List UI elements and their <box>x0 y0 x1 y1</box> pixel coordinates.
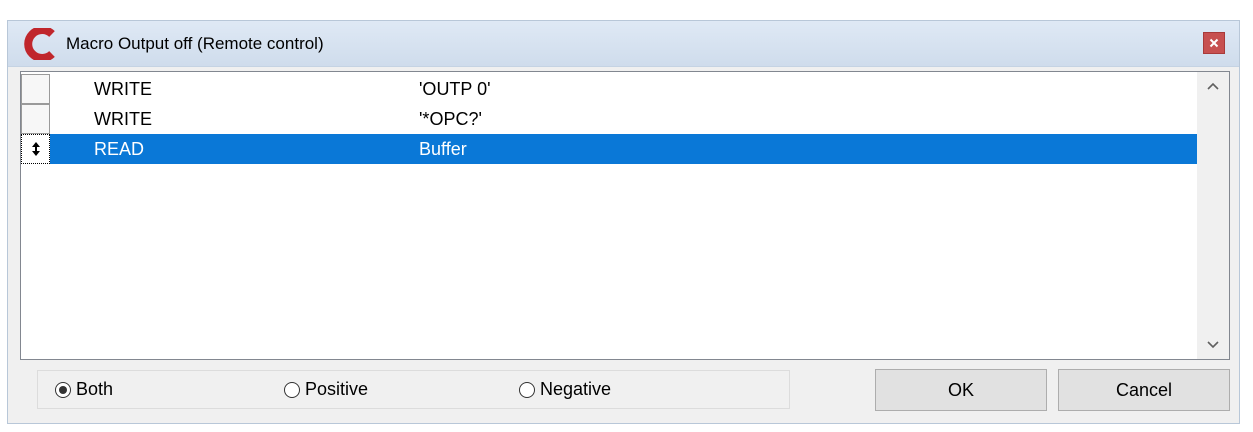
row-value: 'OUTP 0' <box>419 79 491 99</box>
row-drag-handle[interactable] <box>21 134 50 164</box>
row-handle[interactable] <box>21 104 50 134</box>
radio-button-icon <box>284 381 300 398</box>
radio-button-checked-icon <box>55 381 71 398</box>
close-button[interactable] <box>1203 32 1225 54</box>
row-value: Buffer <box>419 139 467 159</box>
radio-label-both: Both <box>76 379 114 399</box>
macro-command-list[interactable]: WRITE 'OUTP 0' WRITE '*OPC?' READ Buffer <box>20 71 1230 360</box>
scroll-up-button[interactable] <box>1197 72 1229 100</box>
list-item[interactable]: WRITE 'OUTP 0' <box>21 74 1197 104</box>
vertical-scrollbar[interactable] <box>1197 72 1229 359</box>
radio-both[interactable]: Both <box>55 371 113 408</box>
chevron-up-icon <box>1207 82 1219 90</box>
list-item[interactable]: WRITE '*OPC?' <box>21 104 1197 134</box>
scroll-down-button[interactable] <box>1197 331 1229 359</box>
row-value: '*OPC?' <box>419 109 482 129</box>
ok-button[interactable]: OK <box>875 369 1047 411</box>
title-bar: Macro Output off (Remote control) <box>8 21 1239 67</box>
row-handle[interactable] <box>21 74 50 104</box>
row-command: WRITE <box>94 109 152 129</box>
chevron-down-icon <box>1207 341 1219 349</box>
cancel-button[interactable]: Cancel <box>1058 369 1230 411</box>
radio-label-negative: Negative <box>540 379 612 399</box>
radio-label-positive: Positive <box>305 379 369 399</box>
radio-button-icon <box>519 381 535 398</box>
row-command: WRITE <box>94 79 152 99</box>
window-title: Macro Output off (Remote control) <box>66 34 324 53</box>
app-logo-icon <box>24 28 55 60</box>
radio-positive[interactable]: Positive <box>284 371 368 408</box>
filter-radio-group: Both Positive Negative <box>37 370 790 409</box>
macro-dialog-window: Macro Output off (Remote control) WRITE … <box>7 20 1240 424</box>
list-item-selected[interactable]: READ Buffer <box>21 134 1197 164</box>
close-icon <box>1209 38 1219 48</box>
radio-negative[interactable]: Negative <box>519 371 611 408</box>
drag-handle-icon <box>31 142 40 156</box>
row-command: READ <box>94 139 145 159</box>
